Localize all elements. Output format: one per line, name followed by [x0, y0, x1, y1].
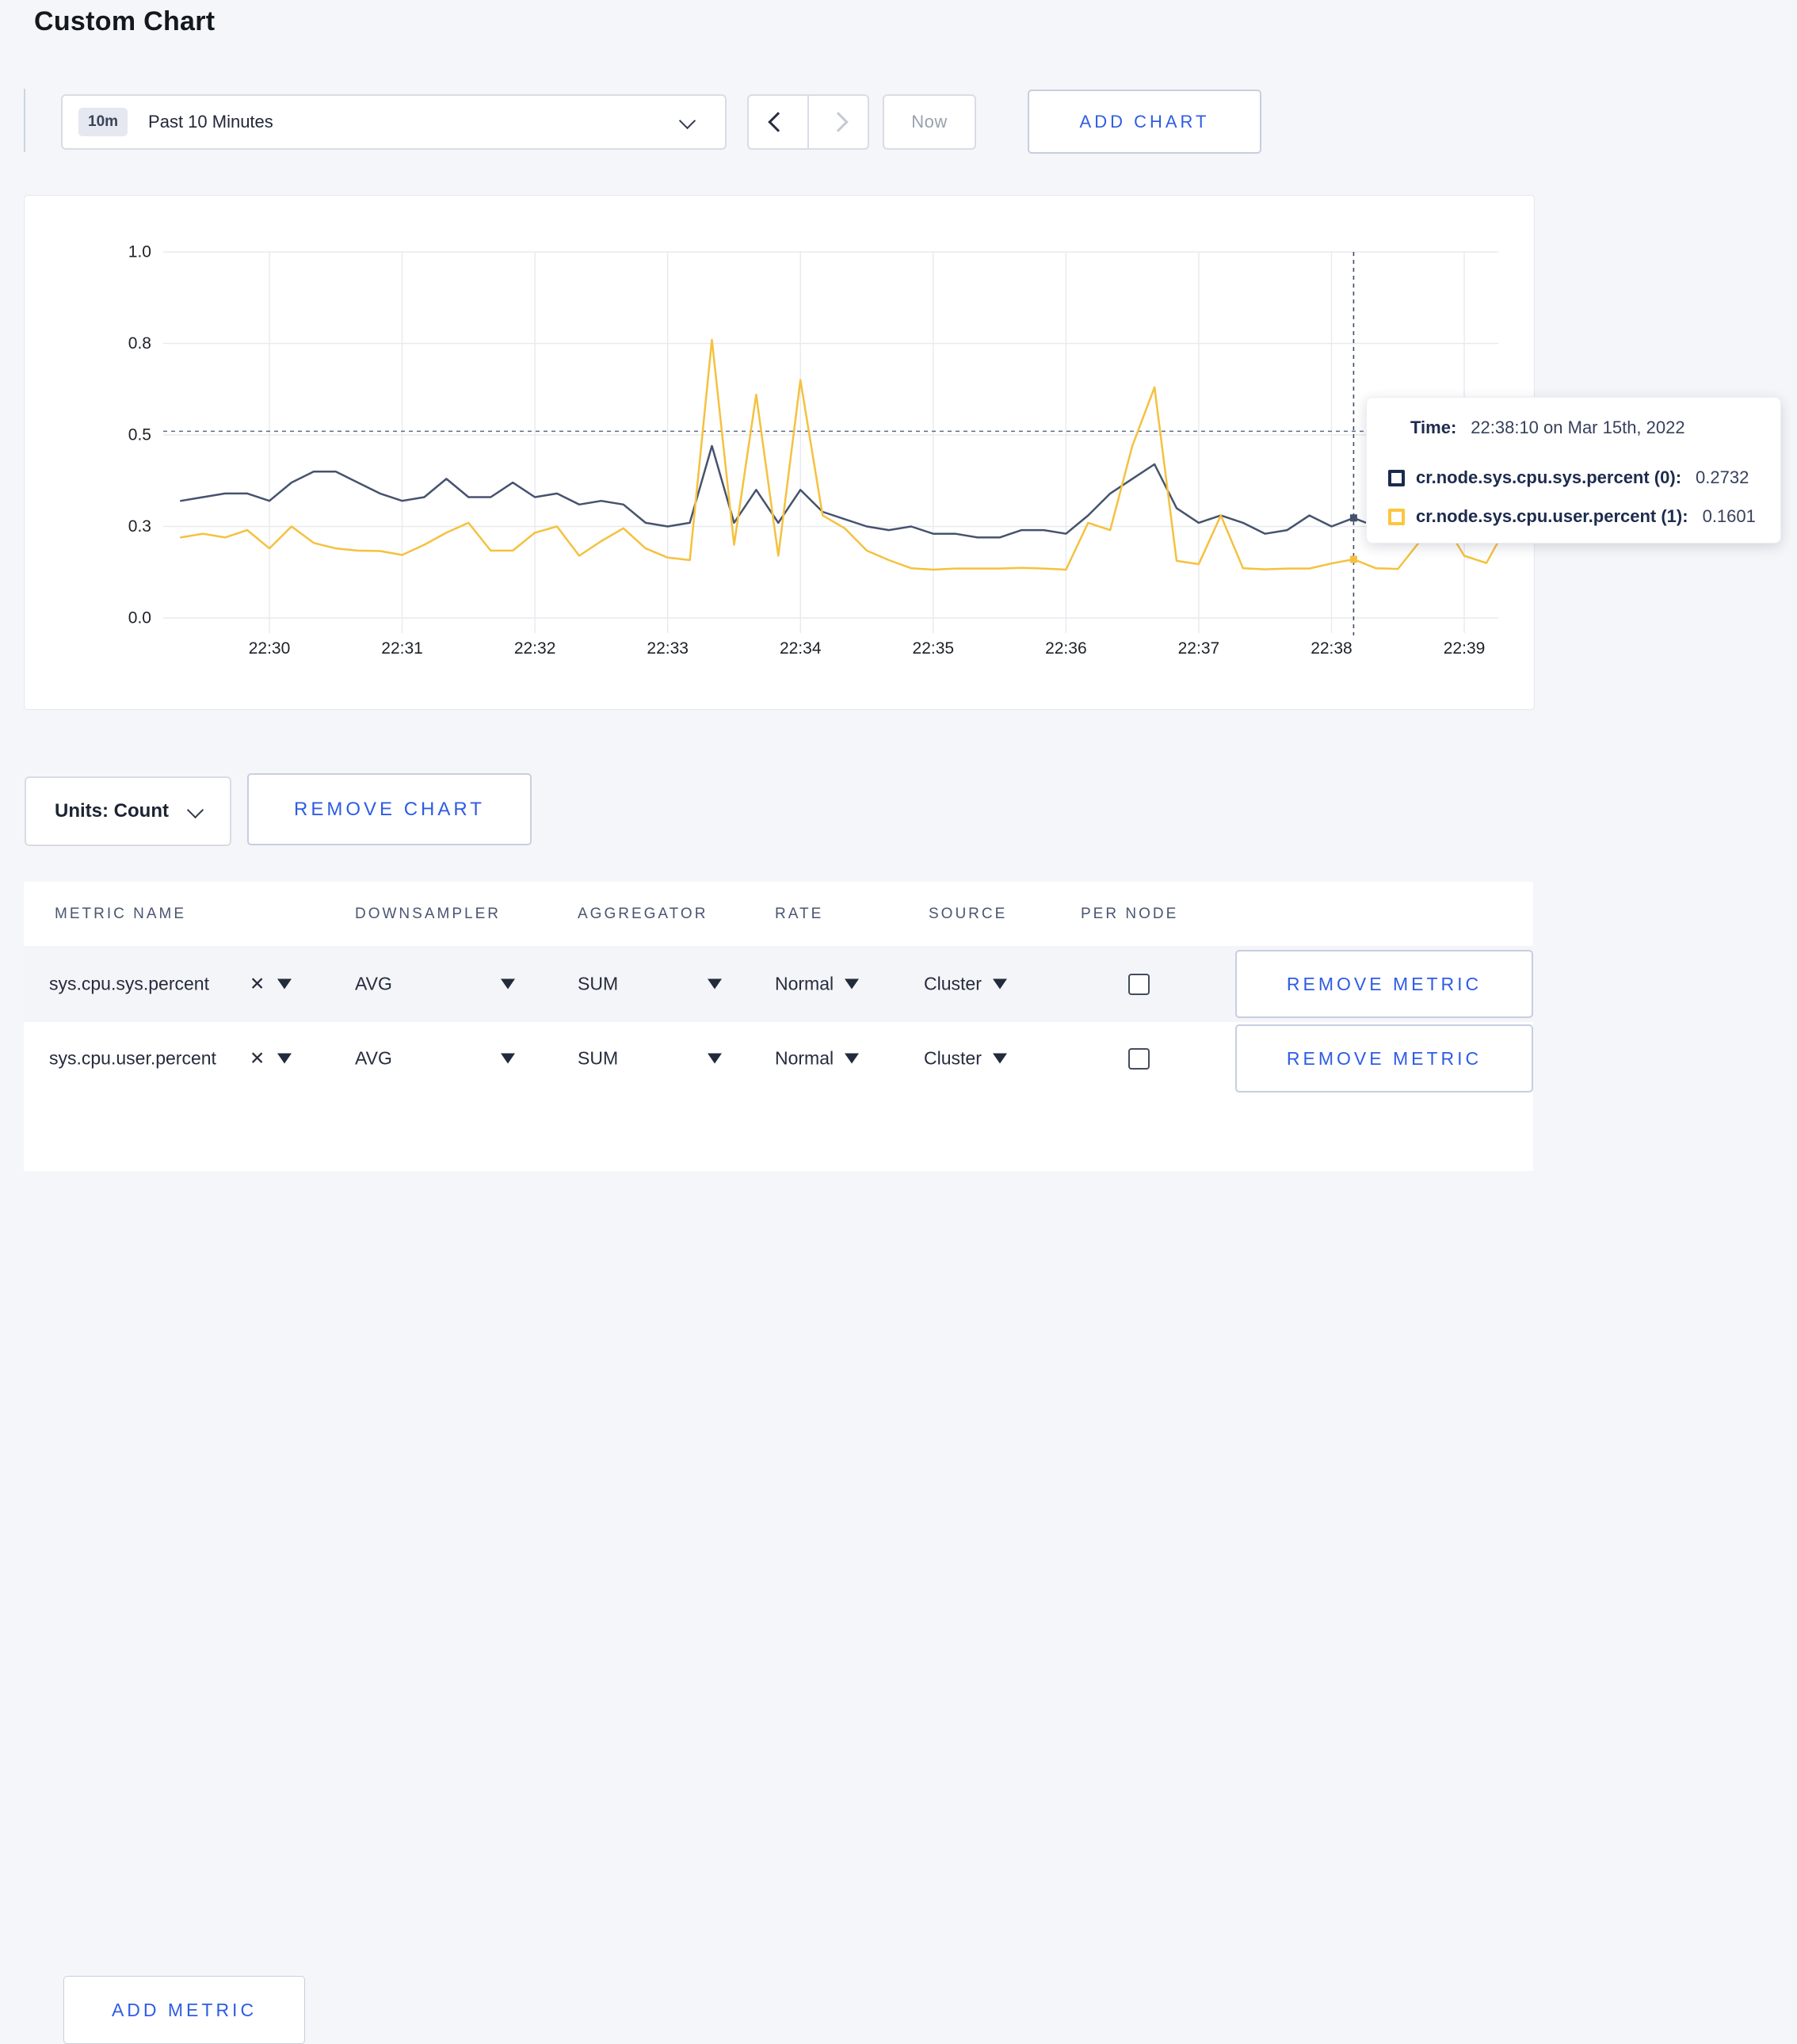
- add-metric-button[interactable]: ADD METRIC: [63, 1976, 305, 2044]
- tooltip-time-row: Time: 22:38:10 on Mar 15th, 2022: [1410, 418, 1685, 438]
- remove-metric-button[interactable]: REMOVE METRIC: [1235, 950, 1533, 1018]
- downsampler-value[interactable]: AVG: [355, 974, 392, 995]
- add-chart-button[interactable]: ADD CHART: [1028, 90, 1261, 154]
- table-header-aggregator: AGGREGATOR: [578, 906, 708, 922]
- rate-value[interactable]: Normal: [775, 974, 860, 995]
- metric-name-value[interactable]: sys.cpu.user.percent: [49, 1048, 216, 1070]
- units-select[interactable]: Units: Count: [25, 776, 231, 846]
- aggregator-value[interactable]: SUM: [578, 974, 618, 995]
- per-node-checkbox[interactable]: [1128, 1048, 1150, 1070]
- table-header-metric-name: METRIC NAME: [55, 906, 186, 922]
- rate-value[interactable]: Normal: [775, 1048, 860, 1070]
- dropdown-caret-icon: [992, 1053, 1007, 1064]
- dropdown-caret-icon: [992, 978, 1007, 990]
- dropdown-caret-icon: [845, 978, 860, 990]
- dropdown-caret-icon[interactable]: [277, 1053, 292, 1064]
- aggregator-value[interactable]: SUM: [578, 1048, 618, 1070]
- table-header-per-node: PER NODE: [1081, 906, 1179, 922]
- tooltip-series-value: 0.2732: [1696, 467, 1749, 487]
- table-header-source: SOURCE: [929, 906, 1008, 922]
- svg-text:22:39: 22:39: [1444, 639, 1486, 658]
- downsampler-value[interactable]: AVG: [355, 1048, 392, 1070]
- svg-text:0.0: 0.0: [128, 609, 151, 627]
- chevron-left-icon: [768, 112, 788, 132]
- per-node-checkbox[interactable]: [1128, 974, 1150, 995]
- table-row: sys.cpu.user.percent ✕ AVG SUM Normal Cluster…: [24, 1022, 1533, 1095]
- series-swatch-icon: [1388, 469, 1405, 486]
- dropdown-caret-icon[interactable]: [277, 978, 292, 990]
- dropdown-caret-icon[interactable]: [501, 1053, 515, 1064]
- cpu-chart[interactable]: 0.0 0.3 0.5 0.8 1.0 22:30 22:31 22:32 22:33 22:34…: [25, 196, 1534, 709]
- table-row: sys.cpu.sys.percent ✕ AVG SUM Normal Cluster R…: [24, 946, 1533, 1022]
- toolbar-divider: [24, 89, 25, 152]
- clear-metric-icon[interactable]: ✕: [250, 974, 265, 995]
- next-timeframe-button[interactable]: [807, 94, 869, 150]
- time-nav-group: [747, 94, 869, 150]
- svg-text:22:36: 22:36: [1045, 639, 1087, 658]
- tooltip-time-label: Time:: [1410, 418, 1457, 437]
- svg-text:0.5: 0.5: [128, 426, 151, 444]
- svg-text:22:31: 22:31: [381, 639, 423, 658]
- tooltip-time-value: 22:38:10 on Mar 15th, 2022: [1471, 418, 1685, 437]
- svg-text:22:35: 22:35: [913, 639, 955, 658]
- svg-text:0.3: 0.3: [128, 517, 151, 536]
- svg-text:22:38: 22:38: [1311, 639, 1353, 658]
- now-button[interactable]: Now: [883, 94, 976, 150]
- source-value[interactable]: Cluster: [924, 1048, 1007, 1070]
- remove-chart-button[interactable]: REMOVE CHART: [247, 773, 532, 845]
- dropdown-caret-icon[interactable]: [708, 1053, 722, 1064]
- timeframe-label: Past 10 Minutes: [148, 112, 273, 132]
- metric-name-value[interactable]: sys.cpu.sys.percent: [49, 974, 209, 995]
- chevron-down-icon: [678, 112, 696, 130]
- svg-text:22:37: 22:37: [1178, 639, 1220, 658]
- metrics-table: METRIC NAME DOWNSAMPLER AGGREGATOR RATE SOUR…: [24, 882, 1533, 2044]
- source-value[interactable]: Cluster: [924, 974, 1007, 995]
- page-title: Custom Chart: [34, 6, 216, 36]
- svg-text:22:33: 22:33: [647, 639, 689, 658]
- timeframe-badge: 10m: [78, 108, 128, 136]
- dropdown-caret-icon: [845, 1053, 860, 1064]
- tooltip-series-label: cr.node.sys.cpu.sys.percent (0):: [1416, 467, 1682, 487]
- tooltip-series-row: cr.node.sys.cpu.sys.percent (0): 0.2732: [1388, 467, 1749, 488]
- tooltip-series-label: cr.node.sys.cpu.user.percent (1):: [1416, 506, 1688, 526]
- svg-text:22:32: 22:32: [514, 639, 556, 658]
- svg-text:22:34: 22:34: [780, 639, 822, 658]
- table-header-downsampler: DOWNSAMPLER: [355, 906, 501, 922]
- svg-text:0.8: 0.8: [128, 334, 151, 353]
- chevron-right-icon: [828, 112, 849, 132]
- table-header-rate: RATE: [775, 906, 824, 922]
- dropdown-caret-icon[interactable]: [501, 978, 515, 990]
- tooltip-series-row: cr.node.sys.cpu.user.percent (1): 0.1601: [1388, 506, 1756, 527]
- chart-card: 0.0 0.3 0.5 0.8 1.0 22:30 22:31 22:32 22:33 22:34…: [24, 195, 1535, 710]
- chevron-down-icon: [186, 801, 204, 818]
- prev-timeframe-button[interactable]: [747, 94, 809, 150]
- svg-text:22:30: 22:30: [249, 639, 291, 658]
- dropdown-caret-icon[interactable]: [708, 978, 722, 990]
- units-label: Units: Count: [55, 800, 169, 822]
- remove-metric-button[interactable]: REMOVE METRIC: [1235, 1024, 1533, 1093]
- clear-metric-icon[interactable]: ✕: [250, 1048, 265, 1070]
- series-swatch-icon: [1388, 508, 1405, 525]
- svg-text:1.0: 1.0: [128, 243, 151, 261]
- timeframe-select[interactable]: 10m Past 10 Minutes: [61, 94, 727, 150]
- chart-tooltip: Time: 22:38:10 on Mar 15th, 2022 cr.node…: [1366, 397, 1781, 543]
- tooltip-series-value: 0.1601: [1702, 506, 1756, 526]
